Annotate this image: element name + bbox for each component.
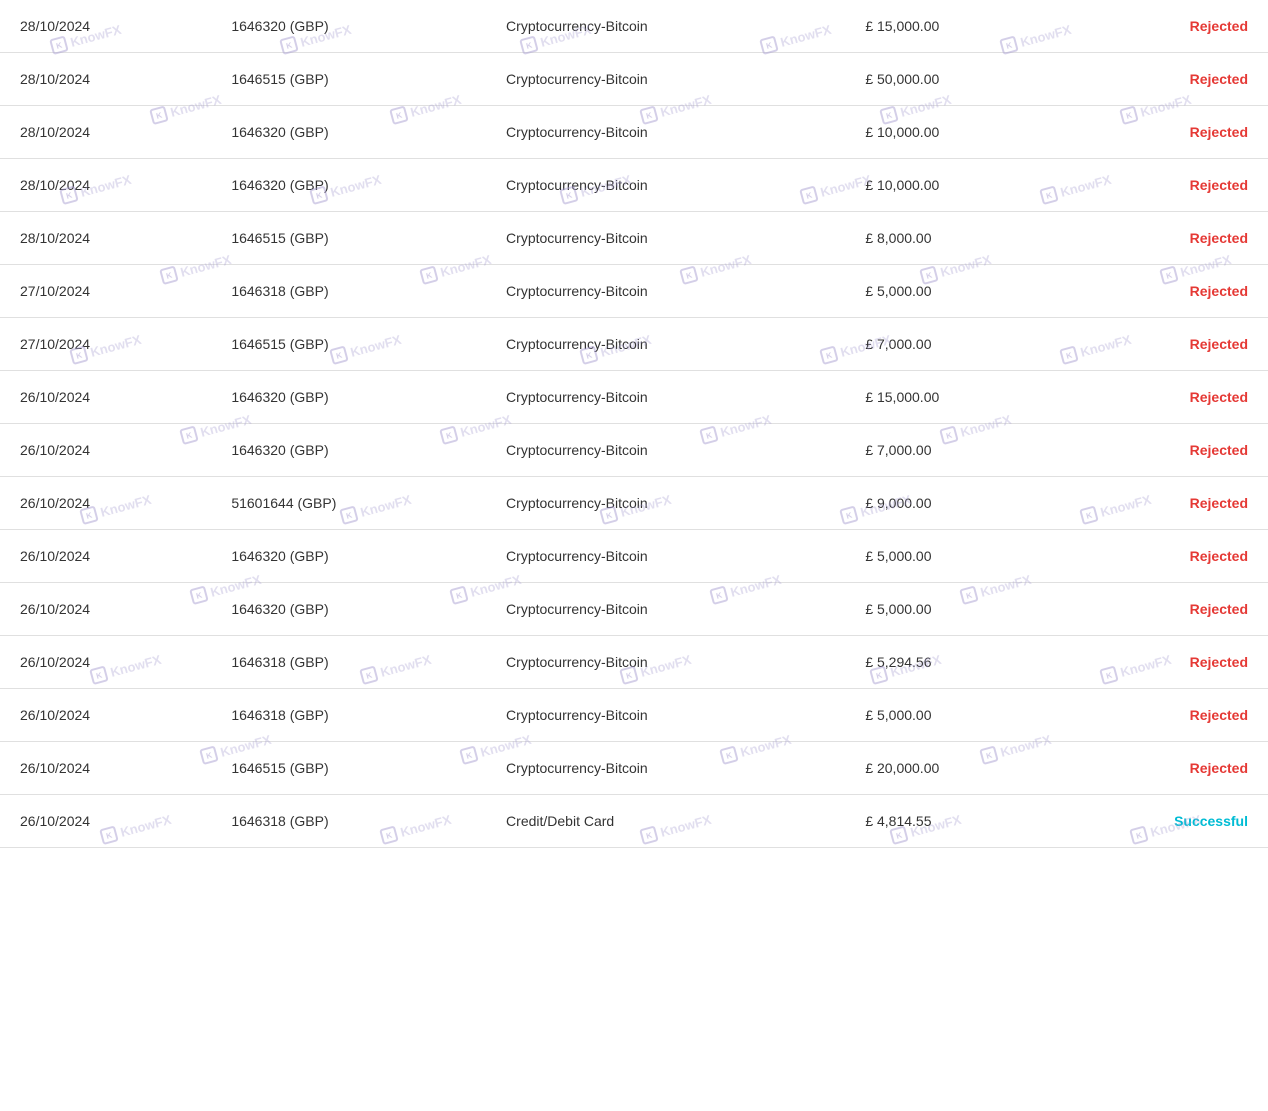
table-row: 26/10/2024 1646318 (GBP) Credit/Debit Ca… (0, 795, 1268, 848)
row-amount: £ 15,000.00 (845, 371, 1077, 424)
row-method: Cryptocurrency-Bitcoin (486, 371, 845, 424)
row-date: 26/10/2024 (0, 636, 211, 689)
row-account: 1646318 (GBP) (211, 795, 486, 848)
table-row: 26/10/2024 51601644 (GBP) Cryptocurrency… (0, 477, 1268, 530)
row-amount: £ 5,294.56 (845, 636, 1077, 689)
row-amount: £ 7,000.00 (845, 424, 1077, 477)
row-account: 1646515 (GBP) (211, 212, 486, 265)
table-row: 28/10/2024 1646320 (GBP) Cryptocurrency-… (0, 0, 1268, 53)
row-account: 1646320 (GBP) (211, 371, 486, 424)
row-method: Cryptocurrency-Bitcoin (486, 0, 845, 53)
table-row: 26/10/2024 1646318 (GBP) Cryptocurrency-… (0, 636, 1268, 689)
table-row: 26/10/2024 1646320 (GBP) Cryptocurrency-… (0, 424, 1268, 477)
row-status: Rejected (1078, 53, 1268, 106)
row-amount: £ 5,000.00 (845, 530, 1077, 583)
row-amount: £ 8,000.00 (845, 212, 1077, 265)
row-method: Credit/Debit Card (486, 795, 845, 848)
row-amount: £ 9,000.00 (845, 477, 1077, 530)
row-method: Cryptocurrency-Bitcoin (486, 530, 845, 583)
row-date: 28/10/2024 (0, 53, 211, 106)
transactions-table: 28/10/2024 1646320 (GBP) Cryptocurrency-… (0, 0, 1268, 848)
row-amount: £ 7,000.00 (845, 318, 1077, 371)
row-date: 26/10/2024 (0, 424, 211, 477)
row-status: Rejected (1078, 530, 1268, 583)
row-status: Rejected (1078, 424, 1268, 477)
row-status: Rejected (1078, 636, 1268, 689)
row-method: Cryptocurrency-Bitcoin (486, 583, 845, 636)
row-status: Rejected (1078, 212, 1268, 265)
row-account: 1646515 (GBP) (211, 318, 486, 371)
transactions-table-container: KKnowFX KKnowFX KKnowFX KKnowFX KKnowFX … (0, 0, 1268, 848)
row-date: 26/10/2024 (0, 530, 211, 583)
row-method: Cryptocurrency-Bitcoin (486, 106, 845, 159)
row-date: 26/10/2024 (0, 742, 211, 795)
row-account: 1646320 (GBP) (211, 424, 486, 477)
row-account: 1646320 (GBP) (211, 530, 486, 583)
row-status: Rejected (1078, 106, 1268, 159)
row-amount: £ 10,000.00 (845, 159, 1077, 212)
row-method: Cryptocurrency-Bitcoin (486, 318, 845, 371)
row-date: 28/10/2024 (0, 106, 211, 159)
table-row: 26/10/2024 1646515 (GBP) Cryptocurrency-… (0, 742, 1268, 795)
row-method: Cryptocurrency-Bitcoin (486, 477, 845, 530)
row-status: Successful (1078, 795, 1268, 848)
row-amount: £ 50,000.00 (845, 53, 1077, 106)
row-status: Rejected (1078, 265, 1268, 318)
row-status: Rejected (1078, 742, 1268, 795)
row-amount: £ 4,814.55 (845, 795, 1077, 848)
row-amount: £ 20,000.00 (845, 742, 1077, 795)
row-method: Cryptocurrency-Bitcoin (486, 742, 845, 795)
row-status: Rejected (1078, 583, 1268, 636)
table-row: 28/10/2024 1646515 (GBP) Cryptocurrency-… (0, 53, 1268, 106)
row-date: 28/10/2024 (0, 159, 211, 212)
row-account: 1646320 (GBP) (211, 106, 486, 159)
row-account: 1646320 (GBP) (211, 583, 486, 636)
table-row: 26/10/2024 1646318 (GBP) Cryptocurrency-… (0, 689, 1268, 742)
row-status: Rejected (1078, 0, 1268, 53)
row-date: 27/10/2024 (0, 265, 211, 318)
table-row: 27/10/2024 1646318 (GBP) Cryptocurrency-… (0, 265, 1268, 318)
row-account: 1646318 (GBP) (211, 689, 486, 742)
table-row: 28/10/2024 1646320 (GBP) Cryptocurrency-… (0, 159, 1268, 212)
row-status: Rejected (1078, 159, 1268, 212)
row-date: 26/10/2024 (0, 689, 211, 742)
row-date: 28/10/2024 (0, 212, 211, 265)
row-account: 1646320 (GBP) (211, 159, 486, 212)
row-status: Rejected (1078, 318, 1268, 371)
row-method: Cryptocurrency-Bitcoin (486, 159, 845, 212)
row-account: 1646515 (GBP) (211, 742, 486, 795)
table-row: 26/10/2024 1646320 (GBP) Cryptocurrency-… (0, 530, 1268, 583)
row-status: Rejected (1078, 477, 1268, 530)
table-row: 28/10/2024 1646515 (GBP) Cryptocurrency-… (0, 212, 1268, 265)
row-account: 1646320 (GBP) (211, 0, 486, 53)
row-method: Cryptocurrency-Bitcoin (486, 53, 845, 106)
row-method: Cryptocurrency-Bitcoin (486, 424, 845, 477)
row-date: 26/10/2024 (0, 583, 211, 636)
row-method: Cryptocurrency-Bitcoin (486, 265, 845, 318)
table-row: 26/10/2024 1646320 (GBP) Cryptocurrency-… (0, 583, 1268, 636)
row-account: 51601644 (GBP) (211, 477, 486, 530)
row-account: 1646515 (GBP) (211, 53, 486, 106)
row-status: Rejected (1078, 371, 1268, 424)
row-method: Cryptocurrency-Bitcoin (486, 636, 845, 689)
row-amount: £ 5,000.00 (845, 583, 1077, 636)
row-amount: £ 10,000.00 (845, 106, 1077, 159)
row-amount: £ 5,000.00 (845, 265, 1077, 318)
row-amount: £ 5,000.00 (845, 689, 1077, 742)
row-account: 1646318 (GBP) (211, 636, 486, 689)
row-date: 26/10/2024 (0, 795, 211, 848)
row-amount: £ 15,000.00 (845, 0, 1077, 53)
row-account: 1646318 (GBP) (211, 265, 486, 318)
row-method: Cryptocurrency-Bitcoin (486, 689, 845, 742)
table-row: 26/10/2024 1646320 (GBP) Cryptocurrency-… (0, 371, 1268, 424)
row-date: 28/10/2024 (0, 0, 211, 53)
row-method: Cryptocurrency-Bitcoin (486, 212, 845, 265)
table-row: 27/10/2024 1646515 (GBP) Cryptocurrency-… (0, 318, 1268, 371)
table-row: 28/10/2024 1646320 (GBP) Cryptocurrency-… (0, 106, 1268, 159)
row-date: 26/10/2024 (0, 371, 211, 424)
row-date: 27/10/2024 (0, 318, 211, 371)
row-date: 26/10/2024 (0, 477, 211, 530)
row-status: Rejected (1078, 689, 1268, 742)
